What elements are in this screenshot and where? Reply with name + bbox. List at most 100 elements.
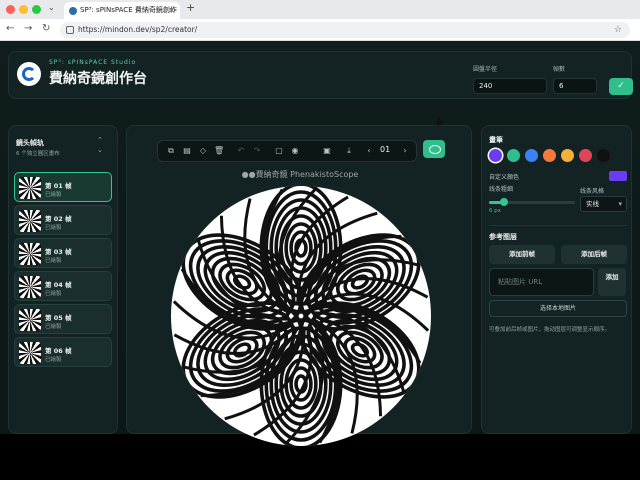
color-swatch-4[interactable] [543, 149, 556, 162]
choose-local-image-button[interactable]: 选择本地图片 [489, 300, 627, 317]
undo-icon[interactable]: ↶ [236, 146, 246, 156]
frame-thumbnail [19, 177, 41, 199]
app-title: 費納奇鏡創作台 [49, 71, 147, 87]
color-swatch-1[interactable] [489, 149, 502, 162]
browser-tab[interactable]: SP³: sPINsPACE 費納奇鏡創作 ✕ [64, 2, 180, 19]
preview-button[interactable] [423, 140, 445, 158]
url-input[interactable]: https://mindon.dev/sp2/creator/ ☆ [60, 22, 630, 38]
line-width-label: 线条粗细 [489, 186, 514, 193]
color-swatch-7[interactable] [597, 149, 610, 162]
frame-name: 第 03 帧 [45, 248, 72, 256]
frame-track-panel: 鏡头幀轨 6 个独立圓区畫布 ⌃ ⌄ 第 01 帧已繪製第 02 帧已繪製第 0… [8, 125, 118, 434]
color-swatch-6[interactable] [579, 149, 592, 162]
color-swatch-2[interactable] [507, 149, 520, 162]
custom-color-picker[interactable] [609, 171, 627, 181]
confirm-button[interactable]: ✓ [609, 78, 633, 95]
frame-status: 已繪製 [45, 258, 62, 264]
camera-icon[interactable]: ◉ [290, 146, 300, 156]
line-style-select[interactable]: 实线 [580, 196, 627, 212]
reference-layer-note: 可叠加前后帧或图片，拖动图层可调整显示顺序。 [489, 327, 611, 333]
frame-item-4[interactable]: 第 04 帧已繪製 [14, 271, 112, 301]
add-next-frame-button[interactable]: 添加后帧 [561, 245, 627, 264]
frame-status: 已繪製 [45, 192, 62, 198]
eraser-icon[interactable]: ◇ [198, 146, 208, 156]
frame-item-1[interactable]: 第 01 帧已繪製 [14, 172, 112, 202]
color-swatch-5[interactable] [561, 149, 574, 162]
image-url-input[interactable]: 粘貼图片 URL [489, 268, 594, 296]
frame-thumbnail [19, 243, 41, 265]
paste-icon[interactable]: ▤ [182, 146, 192, 156]
frames-label: 幀數 [553, 66, 566, 73]
line-style-label: 线条风格 [580, 188, 605, 195]
chevron-down-icon[interactable]: ⌄ [97, 146, 103, 154]
frame-thumbnail [19, 342, 41, 364]
minimize-window-button[interactable] [19, 5, 28, 14]
add-previous-frame-button[interactable]: 添加前帧 [489, 245, 555, 264]
disc-drawing[interactable] [171, 186, 431, 446]
back-icon[interactable]: ← [6, 23, 14, 34]
frame-name: 第 04 帧 [45, 281, 72, 289]
new-tab-icon[interactable]: + [186, 1, 195, 14]
custom-color-label: 自定义顏色 [489, 174, 520, 181]
radius-label: 圓盤半徑 [473, 66, 498, 73]
color-swatch-3[interactable] [525, 149, 538, 162]
line-width-slider-handle[interactable] [500, 198, 509, 206]
browser-tab-bar: ⌄ SP³: sPINsPACE 費納奇鏡創作 ✕ + [0, 0, 640, 19]
frame-item-6[interactable]: 第 06 帧已繪製 [14, 337, 112, 367]
frame-status: 已繪製 [45, 291, 62, 297]
canvas-title: ●●費納奇鏡 PhenakistoScope [241, 170, 359, 179]
phenakistoscope-disc[interactable] [171, 186, 431, 446]
add-image-url-button[interactable]: 添加 [598, 268, 626, 296]
radius-input[interactable]: 240 [473, 78, 547, 94]
frame-thumbnail [19, 210, 41, 232]
frame-item-5[interactable]: 第 05 帧已繪製 [14, 304, 112, 334]
frame-name: 第 06 帧 [45, 347, 72, 355]
line-width-value: 6 px [489, 208, 501, 214]
close-window-button[interactable] [6, 5, 15, 14]
prev-icon[interactable]: ‹ [364, 146, 374, 156]
check-icon: ✓ [617, 81, 625, 91]
copy-icon[interactable]: ⧉ [166, 146, 176, 156]
url-text: https://mindon.dev/sp2/creator/ [78, 25, 198, 34]
canvas-panel: ⧉ ▤ ◇ 🗑 ↶ ↷ ▢ ◉ ▣ ⤓ ‹ 01 › ●●費納奇鏡 Phenak… [126, 125, 472, 446]
download-icon[interactable]: ⤓ [344, 146, 354, 156]
frame-thumbnail [19, 276, 41, 298]
frame-status: 已繪製 [45, 225, 62, 231]
frames-input[interactable]: 6 [553, 78, 597, 94]
close-tab-icon[interactable]: ✕ [168, 2, 175, 19]
tools-panel: 畫筆 自定义顏色 线条粗细 线条风格 6 px 实线 参考图层 添加前帧 添加后… [481, 125, 632, 434]
next-icon[interactable]: › [400, 146, 410, 156]
frame-name: 第 01 帧 [45, 182, 72, 190]
frame-track-hint: 6 个独立圓区畫布 [16, 151, 60, 157]
bookmark-star-icon[interactable]: ☆ [614, 22, 622, 38]
forward-icon[interactable]: → [24, 23, 32, 34]
line-width-slider[interactable] [489, 198, 575, 206]
page-number[interactable]: 01 [380, 145, 390, 154]
panel-divider [489, 225, 627, 226]
frame-name: 第 02 帧 [45, 215, 72, 223]
app-logo-icon [17, 62, 41, 86]
reference-layer-title: 参考图层 [489, 233, 517, 241]
frame-icon[interactable]: ▢ [274, 146, 284, 156]
address-bar: ← → ↻ https://mindon.dev/sp2/creator/ ☆ [0, 19, 640, 41]
frame-status: 已繪製 [45, 357, 62, 363]
app-subtitle: SP³: sPINsPACE Studio [49, 59, 137, 66]
reload-icon[interactable]: ↻ [42, 23, 50, 34]
frame-thumbnail [19, 309, 41, 331]
browser-tab-title: SP³: sPINsPACE 費納奇鏡創作 [80, 6, 177, 14]
chevron-up-icon[interactable]: ⌃ [97, 136, 103, 144]
tab-menu-icon[interactable]: ⌄ [48, 3, 55, 12]
trash-icon[interactable]: 🗑 [214, 146, 224, 156]
site-favicon-icon [69, 7, 77, 15]
redo-icon[interactable]: ↷ [252, 146, 262, 156]
image-icon[interactable]: ▣ [322, 146, 332, 156]
frame-item-3[interactable]: 第 03 帧已繪製 [14, 238, 112, 268]
app-root: SP³: sPINsPACE Studio 費納奇鏡創作台 圓盤半徑 240 幀… [0, 41, 640, 446]
maximize-window-button[interactable] [32, 5, 41, 14]
frame-track-title: 鏡头幀轨 [16, 139, 44, 147]
frame-item-2[interactable]: 第 02 帧已繪製 [14, 205, 112, 235]
frame-name: 第 05 帧 [45, 314, 72, 322]
site-info-icon[interactable] [66, 26, 74, 34]
brush-title: 畫筆 [489, 136, 503, 144]
app-header: SP³: sPINsPACE Studio 費納奇鏡創作台 圓盤半徑 240 幀… [8, 51, 633, 99]
